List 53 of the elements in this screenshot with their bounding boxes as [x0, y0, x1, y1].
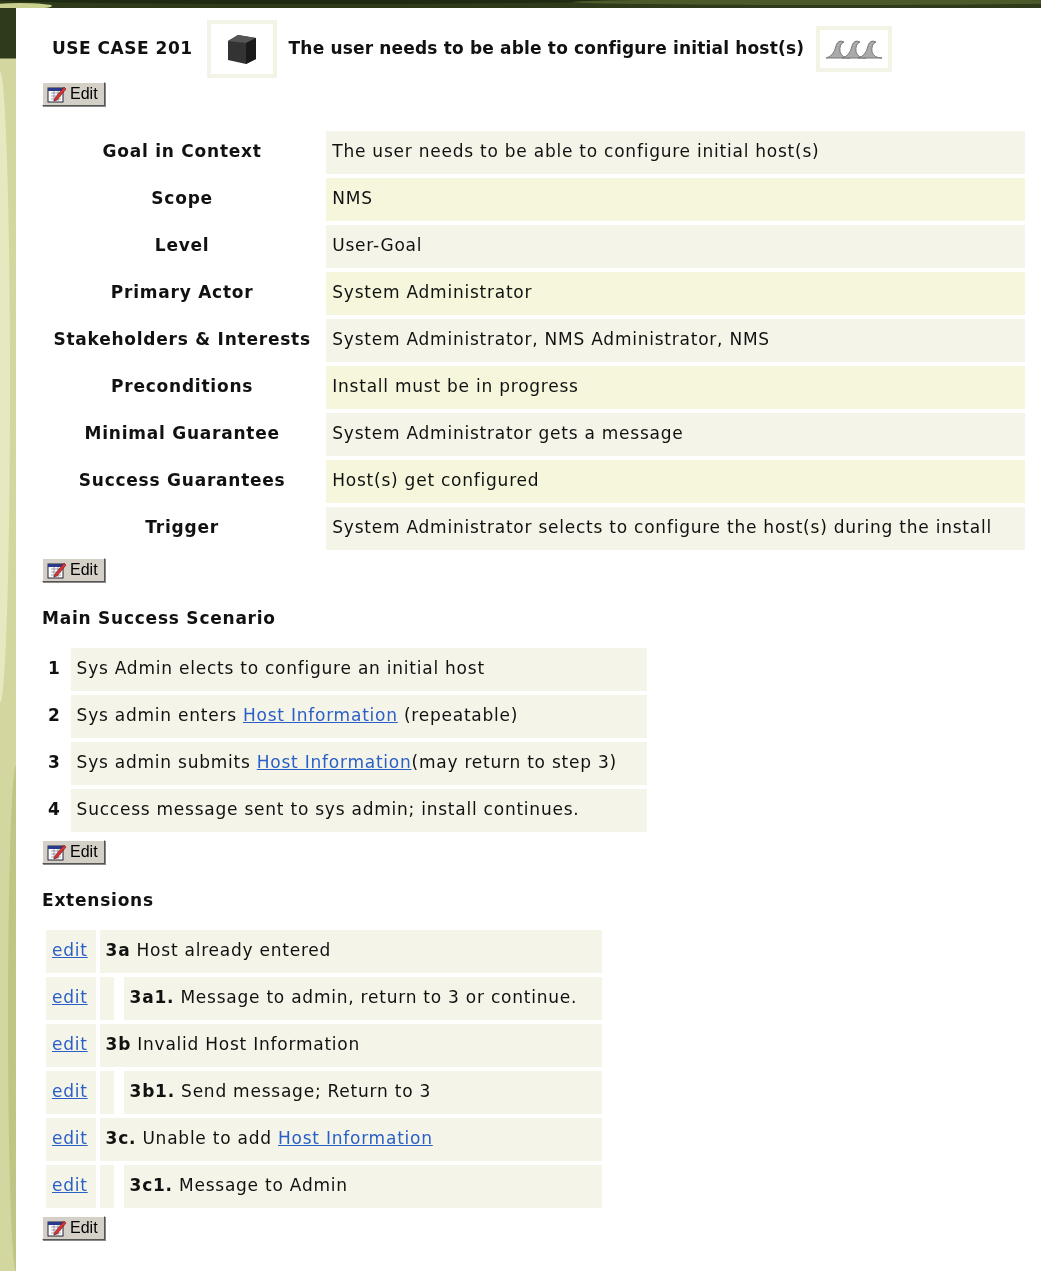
host-information-link[interactable]: Host Information: [256, 752, 412, 773]
use-case-title: The user needs to be able to configure initial host(s): [288, 37, 805, 61]
edit-link[interactable]: edit: [52, 940, 88, 961]
edit-link[interactable]: edit: [52, 1081, 88, 1102]
edit-link[interactable]: edit: [52, 1175, 88, 1196]
step-text: Sys admin submits Host Information(may return to step 3): [70, 741, 647, 785]
extension-text: 3a1. Message to admin, return to 3 or continue.: [123, 976, 602, 1020]
step-number: 1: [47, 657, 62, 681]
extension-text: 3c. Unable to add Host Information: [99, 1117, 602, 1161]
step-number: 3: [47, 751, 62, 775]
step-number: 4: [47, 798, 62, 822]
edit-link[interactable]: edit: [52, 1128, 88, 1149]
edit-icon: [47, 85, 67, 103]
edit-icon: [47, 1218, 67, 1237]
field-value: System Administrator: [326, 271, 1025, 315]
edit-button[interactable]: Edit: [42, 82, 105, 106]
step-text: Sys admin enters Host Information (repeatable): [70, 694, 647, 738]
field-label: Goal in Context: [101, 140, 263, 164]
edit-link[interactable]: edit: [52, 1034, 88, 1055]
field-value: NMS: [326, 177, 1025, 221]
field-value: Install must be in progress: [326, 365, 1025, 409]
step-number: 2: [47, 704, 62, 728]
extension-text: 3c1. Message to Admin: [123, 1164, 602, 1208]
field-label: Success Guarantees: [77, 469, 287, 493]
field-value: System Administrator selects to configure the host(s) during the install: [326, 506, 1025, 550]
extension-text: 3b1. Send message; Return to 3: [123, 1070, 602, 1114]
field-label: Scope: [150, 187, 214, 211]
step-text: Success message sent to sys admin; install continues.: [70, 788, 647, 832]
field-value: System Administrator gets a message: [326, 412, 1025, 456]
field-value: System Administrator, NMS Administrator, NMS: [326, 318, 1025, 362]
section-heading: Main Success Scenario: [42, 607, 277, 630]
field-value: Host(s) get configured: [326, 459, 1025, 503]
step-text: Sys Admin elects to configure an initial host: [70, 647, 647, 691]
host-information-link[interactable]: Host Information: [243, 705, 398, 726]
edit-icon: [47, 560, 67, 579]
field-label: Primary Actor: [109, 281, 255, 305]
host-information-link[interactable]: Host Information: [278, 1128, 433, 1149]
use-case-number: USE CASE 201: [52, 37, 193, 61]
section-heading: Extensions: [42, 889, 155, 912]
extension-text: 3b Invalid Host Information: [99, 1023, 602, 1067]
field-value: The user needs to be able to configure initial host(s): [326, 130, 1025, 174]
edit-button[interactable]: Edit: [42, 839, 105, 864]
field-label: Trigger: [144, 516, 220, 540]
edit-button[interactable]: Edit: [42, 557, 105, 582]
field-label: Level: [153, 234, 211, 258]
field-label: Stakeholders & Interests: [52, 328, 312, 352]
edit-icon: [47, 842, 67, 861]
field-label: Minimal Guarantee: [83, 422, 281, 446]
field-value: User-Goal: [326, 224, 1025, 268]
extension-text: 3a Host already entered: [99, 929, 602, 973]
edit-button[interactable]: Edit: [42, 1215, 105, 1240]
field-label: Preconditions: [110, 375, 255, 399]
edit-link[interactable]: edit: [52, 987, 88, 1008]
